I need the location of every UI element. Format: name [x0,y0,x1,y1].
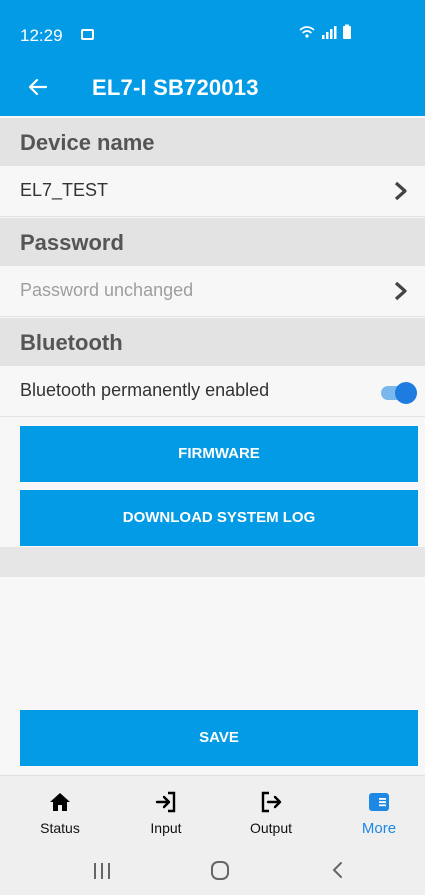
image-notification-icon [81,29,94,40]
tab-label: Input [150,820,182,836]
bluetooth-heading: Bluetooth [20,330,123,355]
download-system-log-button[interactable]: DOWNLOAD SYSTEM LOG [20,490,418,546]
bluetooth-label: Bluetooth permanently enabled [20,380,270,400]
divider-band [0,547,425,577]
password-header: Password [0,218,425,266]
recents-icon[interactable] [82,857,122,883]
device-name-header: Device name [0,118,425,166]
system-nav-bar [0,845,425,895]
password-value: Password unchanged [20,280,194,300]
home-circle-icon[interactable] [200,857,240,883]
device-name-value: EL7_TEST [20,180,109,200]
tab-label: Status [40,820,80,836]
app-bar: EL7-I SB720013 [0,58,425,116]
firmware-button[interactable]: FIRMWARE [20,426,418,482]
password-heading: Password [20,230,124,255]
logout-icon [261,791,282,813]
status-bar: 12:29 [0,0,425,58]
device-name-row[interactable]: EL7_TEST [0,166,425,217]
tab-more[interactable]: More [339,776,419,846]
toggle-knob [395,382,417,404]
list-box-icon [369,793,389,811]
bottom-tab-bar: Status Input Output More [0,775,425,846]
back-arrow-icon[interactable] [28,71,48,103]
bluetooth-row: Bluetooth permanently enabled [0,366,425,417]
tab-status[interactable]: Status [20,776,100,846]
home-icon [50,793,70,811]
tab-label: Output [249,820,293,836]
save-button[interactable]: SAVE [20,710,418,766]
login-icon [155,791,176,813]
system-status-icons [298,24,368,43]
tab-output[interactable]: Output [231,776,311,846]
back-chevron-icon[interactable] [318,857,358,883]
page-title: EL7-I SB720013 [92,75,259,100]
device-name-heading: Device name [20,130,155,155]
password-row[interactable]: Password unchanged [0,266,425,317]
bluetooth-header: Bluetooth [0,318,425,366]
status-time: 12:29 [20,26,63,45]
bluetooth-toggle[interactable] [381,382,417,404]
chevron-right-icon [394,181,407,201]
wifi-signal-battery-icon [299,24,351,39]
tab-input[interactable]: Input [126,776,206,846]
chevron-right-icon [394,281,407,301]
tab-label: More [361,820,397,837]
